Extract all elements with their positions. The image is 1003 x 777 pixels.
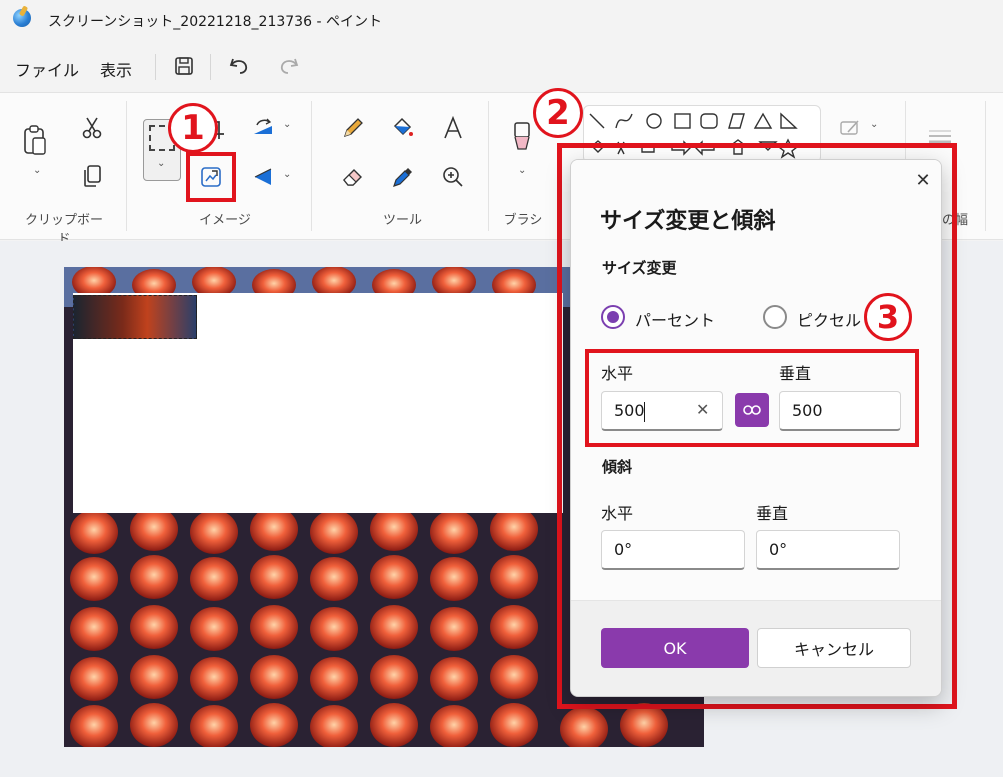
redo-icon[interactable] xyxy=(275,52,303,80)
copy-icon[interactable] xyxy=(77,161,107,191)
skew-horizontal-label: 水平 xyxy=(601,504,634,523)
flip-chevron-down-icon[interactable]: ⌄ xyxy=(283,169,291,180)
group-divider xyxy=(488,101,489,231)
menu-divider xyxy=(155,54,156,80)
image-group-label: イメージ xyxy=(199,213,251,228)
pixel-label: ピクセル xyxy=(797,311,862,330)
skew-section-title: 傾斜 xyxy=(602,458,633,476)
rotate-icon[interactable] xyxy=(248,113,278,143)
shape-outline-icon[interactable] xyxy=(836,113,866,143)
skew-horizontal-value: 0° xyxy=(614,540,633,559)
eraser-icon[interactable] xyxy=(338,162,368,192)
flip-icon[interactable] xyxy=(248,162,278,192)
percent-label: パーセント xyxy=(635,311,716,330)
tools-group-label: ツール xyxy=(382,213,422,228)
save-icon[interactable] xyxy=(170,52,198,80)
cancel-button[interactable]: キャンセル xyxy=(757,628,911,668)
fill-bucket-icon[interactable] xyxy=(388,113,418,143)
select-chevron-down-icon: ⌄ xyxy=(157,158,166,169)
step-3-marker: 3 xyxy=(864,293,912,341)
cut-icon[interactable] xyxy=(77,113,107,143)
text-icon[interactable] xyxy=(438,113,468,143)
menu-bar: ファイル 表示 xyxy=(0,44,1003,90)
skew-vertical-value: 0° xyxy=(769,540,788,559)
window-title: スクリーンショット_20221218_213736 - ペイント xyxy=(48,14,382,30)
selection-thumbnail[interactable] xyxy=(73,295,197,339)
shape-outline-chevron-down-icon[interactable]: ⌄ xyxy=(870,119,878,130)
title-bar: スクリーンショット_20221218_213736 - ペイント xyxy=(0,0,1003,42)
step-2-marker: 2 xyxy=(533,88,583,138)
resize-section-title: サイズ変更 xyxy=(602,259,677,277)
dialog-title: サイズ変更と傾斜 xyxy=(600,209,776,234)
color-picker-icon[interactable] xyxy=(388,162,418,192)
pencil-icon[interactable] xyxy=(338,113,368,143)
skew-vertical-input[interactable]: 0° xyxy=(756,530,900,570)
pixel-radio[interactable] xyxy=(763,305,787,329)
paste-icon[interactable] xyxy=(20,125,50,155)
paint-app-icon xyxy=(13,9,31,27)
ok-button[interactable]: OK xyxy=(601,628,749,668)
group-divider xyxy=(311,101,312,231)
magnifier-icon[interactable] xyxy=(438,162,468,192)
skew-horizontal-input[interactable]: 0° xyxy=(601,530,745,570)
close-icon[interactable]: ✕ xyxy=(911,168,935,192)
menu-file[interactable]: ファイル xyxy=(15,57,79,81)
brush-chevron-down-icon[interactable]: ⌄ xyxy=(518,165,526,176)
group-divider xyxy=(126,101,127,231)
rotate-chevron-down-icon[interactable]: ⌄ xyxy=(283,119,291,130)
undo-icon[interactable] xyxy=(225,52,253,80)
skew-vertical-label: 垂直 xyxy=(756,504,789,523)
percent-radio[interactable] xyxy=(601,305,625,329)
resize-inputs-highlight xyxy=(585,349,919,447)
menu-divider xyxy=(210,54,211,80)
brush-group-label: ブラシ xyxy=(503,213,543,228)
paste-chevron-down-icon[interactable]: ⌄ xyxy=(33,165,41,176)
group-divider xyxy=(985,101,986,231)
menu-view[interactable]: 表示 xyxy=(100,57,132,81)
resize-highlight xyxy=(186,152,236,202)
brush-icon[interactable] xyxy=(507,122,537,153)
step-1-marker: 1 xyxy=(168,103,218,153)
